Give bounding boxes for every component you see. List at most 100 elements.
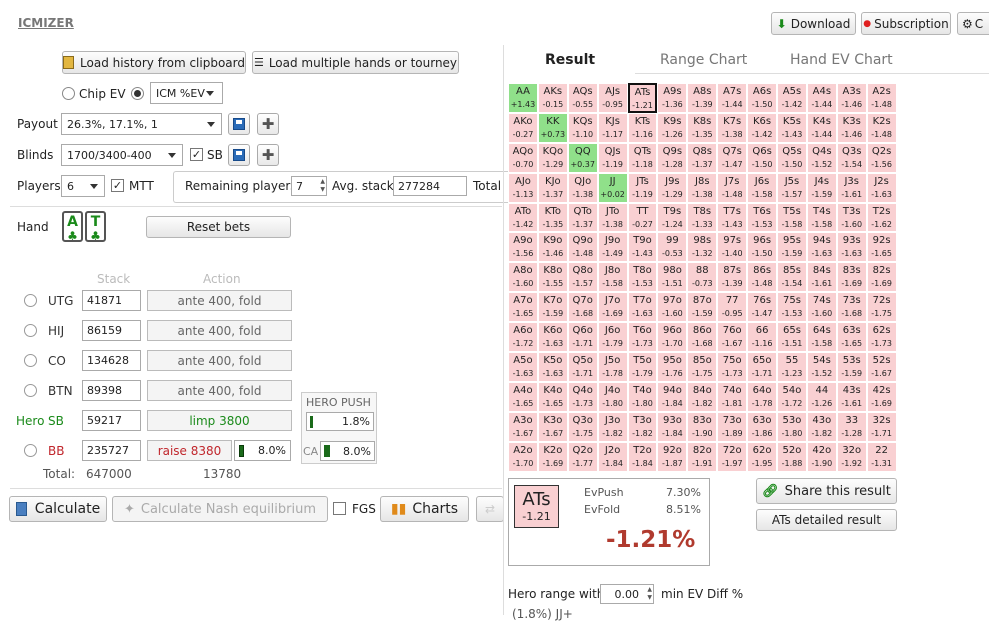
hand-cell-KQs[interactable]: KQs -1.10 [567, 112, 598, 143]
hand-cell-K9o[interactable]: K9o -1.46 [537, 232, 568, 263]
hand-card-2[interactable]: T ♣ [85, 211, 106, 243]
hand-cell-Q6o[interactable]: Q6o -1.71 [567, 322, 598, 353]
hand-cell-A2s[interactable]: A2s -1.48 [866, 83, 897, 113]
hand-cell-Q9s[interactable]: Q9s -1.28 [657, 142, 688, 173]
hand-cell-J6o[interactable]: J6o -1.79 [597, 322, 628, 353]
hand-cell-K4s[interactable]: K4s -1.44 [806, 112, 837, 143]
hand-cell-K2o[interactable]: K2o -1.69 [537, 441, 568, 472]
btn-action[interactable]: ante 400, fold [147, 380, 292, 401]
hand-cell-73o[interactable]: 73o -1.89 [717, 411, 748, 442]
hand-cell-72o[interactable]: 72o -1.97 [717, 441, 748, 472]
hand-cell-T7s[interactable]: T7s -1.43 [717, 202, 748, 233]
hand-cell-94o[interactable]: 94o -1.84 [657, 381, 688, 412]
players-dropdown[interactable]: 6 [61, 175, 105, 197]
hand-cell-62o[interactable]: 62o -1.95 [747, 441, 778, 472]
hand-cell-J7s[interactable]: J7s -1.48 [717, 172, 748, 203]
hand-cell-JTo[interactable]: JTo -1.38 [597, 202, 628, 233]
hand-cell-88[interactable]: 88 -0.73 [687, 262, 718, 293]
hand-cell-64s[interactable]: 64s -1.58 [806, 322, 837, 353]
load-multiple-button[interactable]: ☰ Load multiple hands or tourney [252, 51, 459, 74]
app-logo[interactable]: ICMIZER [18, 16, 74, 30]
hand-cell-66[interactable]: 66 -1.16 [747, 322, 778, 353]
hand-cell-33[interactable]: 33 -1.28 [836, 411, 867, 442]
hand-cell-K8s[interactable]: K8s -1.35 [687, 112, 718, 143]
hand-cell-QTs[interactable]: QTs -1.18 [627, 142, 658, 173]
hand-cell-54s[interactable]: 54s -1.52 [806, 352, 837, 382]
co-radio[interactable] [24, 354, 37, 367]
subscription-button[interactable]: ● Subscription [861, 12, 951, 35]
hand-cell-K6s[interactable]: K6s -1.42 [747, 112, 778, 143]
hand-cell-93o[interactable]: 93o -1.84 [657, 411, 688, 442]
hand-cell-95s[interactable]: 95s -1.59 [777, 232, 807, 263]
sb-stack-input[interactable]: 59217 [82, 410, 141, 431]
hand-cell-K7s[interactable]: K7s -1.38 [717, 112, 748, 143]
hij-radio[interactable] [24, 324, 37, 337]
bb-radio[interactable] [24, 444, 37, 457]
hand-cell-AKo[interactable]: AKo -0.27 [508, 112, 538, 143]
hand-cell-T2o[interactable]: T2o -1.84 [627, 441, 658, 472]
hand-cell-J7o[interactable]: J7o -1.69 [597, 292, 628, 323]
payout-add-button[interactable]: ✚ [257, 113, 279, 135]
hand-cell-A6o[interactable]: A6o -1.72 [508, 322, 538, 353]
hand-cell-74o[interactable]: 74o -1.81 [717, 381, 748, 412]
hand-cell-32s[interactable]: 32s -1.71 [866, 411, 897, 442]
hand-cell-76s[interactable]: 76s -1.47 [747, 292, 778, 323]
mtt-checkbox[interactable]: ✓ [111, 179, 124, 192]
hand-cell-54o[interactable]: 54o -1.72 [777, 381, 807, 412]
hand-cell-92s[interactable]: 92s -1.65 [866, 232, 897, 263]
download-button[interactable]: ⬇ Download [771, 12, 856, 35]
bb-action[interactable]: raise 8380 [147, 440, 232, 461]
hand-cell-53s[interactable]: 53s -1.59 [836, 352, 867, 382]
hand-cell-KTs[interactable]: KTs -1.16 [627, 112, 658, 143]
hand-cell-T4o[interactable]: T4o -1.80 [627, 381, 658, 412]
hand-cell-Q3o[interactable]: Q3o -1.75 [567, 411, 598, 442]
hand-cell-K6o[interactable]: K6o -1.63 [537, 322, 568, 353]
tab-hand-ev-chart[interactable]: Hand EV Chart [790, 52, 893, 68]
hand-cell-J8o[interactable]: J8o -1.58 [597, 262, 628, 293]
hand-cell-92o[interactable]: 92o -1.87 [657, 441, 688, 472]
hij-stack-input[interactable]: 86159 [82, 320, 141, 341]
hand-cell-A5o[interactable]: A5o -1.63 [508, 352, 538, 382]
hand-cell-T6s[interactable]: T6s -1.53 [747, 202, 778, 233]
hand-cell-63s[interactable]: 63s -1.65 [836, 322, 867, 353]
icm-radio[interactable] [131, 87, 144, 100]
hand-cell-85s[interactable]: 85s -1.54 [777, 262, 807, 293]
hand-cell-T6o[interactable]: T6o -1.73 [627, 322, 658, 353]
hand-cell-T8s[interactable]: T8s -1.33 [687, 202, 718, 233]
hand-cell-J5s[interactable]: J5s -1.57 [777, 172, 807, 203]
hand-cell-K8o[interactable]: K8o -1.55 [537, 262, 568, 293]
btn-stack-input[interactable]: 89398 [82, 380, 141, 401]
hand-cell-Q9o[interactable]: Q9o -1.48 [567, 232, 598, 263]
hand-cell-KJo[interactable]: KJo -1.37 [537, 172, 568, 203]
hand-cell-K4o[interactable]: K4o -1.65 [537, 381, 568, 412]
reset-bets-button[interactable]: Reset bets [146, 216, 291, 238]
btn-radio[interactable] [24, 384, 37, 397]
hand-cell-KQo[interactable]: KQo -1.29 [537, 142, 568, 173]
hand-cell-KK[interactable]: KK +0.73 [537, 112, 568, 143]
hand-cell-Q7s[interactable]: Q7s -1.47 [717, 142, 748, 173]
hand-cell-J5o[interactable]: J5o -1.78 [597, 352, 628, 382]
hand-cell-75o[interactable]: 75o -1.73 [717, 352, 748, 382]
hand-cell-97s[interactable]: 97s -1.40 [717, 232, 748, 263]
hand-cell-83s[interactable]: 83s -1.69 [836, 262, 867, 293]
hand-cell-75s[interactable]: 75s -1.53 [777, 292, 807, 323]
hand-cell-74s[interactable]: 74s -1.60 [806, 292, 837, 323]
hand-cell-Q2s[interactable]: Q2s -1.56 [866, 142, 897, 173]
hand-cell-J6s[interactable]: J6s -1.58 [747, 172, 778, 203]
hand-cell-AQs[interactable]: AQs -0.55 [567, 83, 598, 113]
hand-cell-96s[interactable]: 96s -1.50 [747, 232, 778, 263]
hand-cell-T2s[interactable]: T2s -1.62 [866, 202, 897, 233]
hand-cell-42o[interactable]: 42o -1.90 [806, 441, 837, 472]
export-button[interactable]: ⇄ [476, 496, 504, 522]
hand-cell-J4o[interactable]: J4o -1.80 [597, 381, 628, 412]
hand-cell-97o[interactable]: 97o -1.60 [657, 292, 688, 323]
hand-cell-A9o[interactable]: A9o -1.56 [508, 232, 538, 263]
hand-cell-99[interactable]: 99 -0.53 [657, 232, 688, 263]
hand-cell-K5s[interactable]: K5s -1.43 [777, 112, 807, 143]
hand-cell-76o[interactable]: 76o -1.67 [717, 322, 748, 353]
hand-cell-T9o[interactable]: T9o -1.43 [627, 232, 658, 263]
settings-button[interactable]: ⚙ C [957, 12, 989, 35]
hand-cell-JTs[interactable]: JTs -1.19 [627, 172, 658, 203]
hand-cell-JJ[interactable]: JJ +0.02 [597, 172, 628, 203]
hand-cell-53o[interactable]: 53o -1.80 [777, 411, 807, 442]
